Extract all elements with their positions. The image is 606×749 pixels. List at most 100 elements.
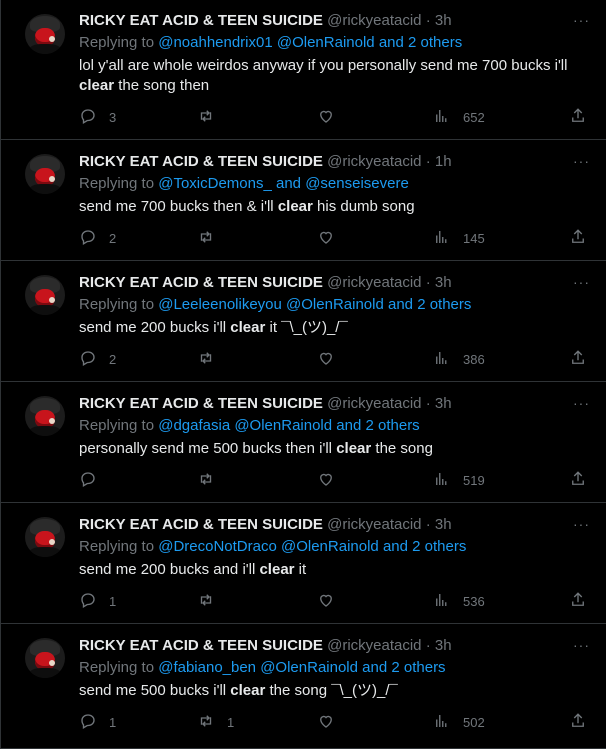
retweet-button[interactable]: 1 [197,712,234,732]
timestamp[interactable]: 3h [435,516,452,533]
tweet-text-pre: send me 500 bucks i'll [79,682,231,699]
reply-count: 2 [109,351,117,367]
more-icon[interactable]: ··· [573,516,590,532]
display-name[interactable]: RICKY EAT ACID & TEEN SUICIDE [79,637,323,654]
tweet[interactable]: RICKY EAT ACID & TEEN SUICIDE @rickyeata… [1,503,606,624]
avatar[interactable] [25,154,65,194]
views-button[interactable]: 652 [433,107,485,127]
retweet-icon [197,228,215,249]
user-handle[interactable]: @rickyeatacid [327,153,421,170]
share-button[interactable] [569,712,587,732]
replying-to-others[interactable]: @senseisevere [305,175,409,192]
share-icon [569,470,587,491]
user-handle[interactable]: @rickyeatacid [327,637,421,654]
retweet-icon [197,107,215,128]
reply-button[interactable]: 3 [79,107,116,127]
avatar[interactable] [25,517,65,557]
tweet-header: RICKY EAT ACID & TEEN SUICIDE @rickyeata… [79,395,452,413]
reply-button[interactable]: 2 [79,228,116,248]
timestamp[interactable]: 3h [435,274,452,291]
replying-to-others[interactable]: 2 others [417,296,471,313]
share-icon [569,591,587,612]
tweet-header: RICKY EAT ACID & TEEN SUICIDE @rickyeata… [79,516,452,534]
like-button[interactable] [317,349,347,369]
reply-button[interactable]: 1 [79,591,116,611]
more-icon[interactable]: ··· [573,12,590,28]
views-button[interactable]: 145 [433,228,485,248]
more-icon[interactable]: ··· [573,637,590,653]
display-name[interactable]: RICKY EAT ACID & TEEN SUICIDE [79,274,323,291]
tweet-text: lol y'all are whole weirdos anyway if yo… [79,56,599,96]
reply-button[interactable] [79,470,109,490]
retweet-button[interactable] [197,228,227,248]
replying-to-users[interactable]: @noahhendrix01 @OlenRainold [158,34,374,51]
user-handle[interactable]: @rickyeatacid [327,395,421,412]
like-button[interactable] [317,228,347,248]
views-button[interactable]: 519 [433,470,485,490]
replying-to: Replying to @dgafasia @OlenRainold and 2… [79,417,420,435]
tweet[interactable]: RICKY EAT ACID & TEEN SUICIDE @rickyeata… [1,261,606,382]
share-button[interactable] [569,591,587,611]
share-button[interactable] [569,470,587,490]
tweet-text-pre: lol y'all are whole weirdos anyway if yo… [79,57,568,74]
retweet-icon [197,591,215,612]
retweet-button[interactable] [197,591,227,611]
retweet-button[interactable] [197,107,227,127]
user-handle[interactable]: @rickyeatacid [327,12,421,29]
display-name[interactable]: RICKY EAT ACID & TEEN SUICIDE [79,516,323,533]
share-button[interactable] [569,228,587,248]
tweet-text: personally send me 500 bucks then i'll c… [79,439,599,459]
reply-button[interactable]: 1 [79,712,116,732]
tweet-text-highlight: clear [230,319,266,336]
replying-to-others[interactable]: 2 others [408,34,462,51]
replying-to-users[interactable]: @ToxicDemons_ [158,175,272,192]
tweet[interactable]: RICKY EAT ACID & TEEN SUICIDE @rickyeata… [1,140,606,261]
share-icon [569,107,587,128]
view-count: 652 [463,109,485,125]
replying-to-users[interactable]: @Leeleenolikeyou @OlenRainold [158,296,384,313]
avatar[interactable] [25,638,65,678]
reply-count: 1 [109,593,117,609]
timestamp[interactable]: 3h [435,395,452,412]
tweet-text-post: it ¯\_(ツ)_/¯ [265,319,348,336]
share-button[interactable] [569,349,587,369]
more-icon[interactable]: ··· [573,395,590,411]
views-button[interactable]: 502 [433,712,485,732]
replying-to-users[interactable]: @DrecoNotDraco @OlenRainold [158,538,379,555]
more-icon[interactable]: ··· [573,274,590,290]
reply-button[interactable]: 2 [79,349,116,369]
like-button[interactable] [317,591,347,611]
tweet-text: send me 700 bucks then & i'll clear his … [79,197,599,217]
retweet-button[interactable] [197,349,227,369]
timestamp[interactable]: 3h [435,637,452,654]
avatar[interactable] [25,396,65,436]
user-handle[interactable]: @rickyeatacid [327,516,421,533]
tweet[interactable]: RICKY EAT ACID & TEEN SUICIDE @rickyeata… [1,0,606,140]
avatar[interactable] [25,275,65,315]
display-name[interactable]: RICKY EAT ACID & TEEN SUICIDE [79,153,323,170]
display-name[interactable]: RICKY EAT ACID & TEEN SUICIDE [79,395,323,412]
reply-count: 1 [109,714,117,730]
timestamp[interactable]: 1h [435,153,452,170]
views-button[interactable]: 536 [433,591,485,611]
replying-to-and: and [382,538,408,555]
tweet[interactable]: RICKY EAT ACID & TEEN SUICIDE @rickyeata… [1,382,606,503]
user-handle[interactable]: @rickyeatacid [327,274,421,291]
tweet-text-highlight: clear [79,77,115,94]
replying-to-users[interactable]: @dgafasia @OlenRainold [158,417,332,434]
retweet-button[interactable] [197,470,227,490]
views-button[interactable]: 386 [433,349,485,369]
avatar[interactable] [25,14,65,54]
tweet[interactable]: RICKY EAT ACID & TEEN SUICIDE @rickyeata… [1,624,606,749]
display-name[interactable]: RICKY EAT ACID & TEEN SUICIDE [79,12,323,29]
replying-to-users[interactable]: @fabiano_ben @OlenRainold [158,659,358,676]
like-button[interactable] [317,470,347,490]
replying-to-others[interactable]: 2 others [391,659,445,676]
timestamp[interactable]: 3h [435,12,452,29]
like-button[interactable] [317,712,347,732]
more-icon[interactable]: ··· [573,153,590,169]
share-button[interactable] [569,107,587,127]
replying-to-others[interactable]: 2 others [412,538,466,555]
replying-to-others[interactable]: 2 others [365,417,419,434]
like-button[interactable] [317,107,347,127]
